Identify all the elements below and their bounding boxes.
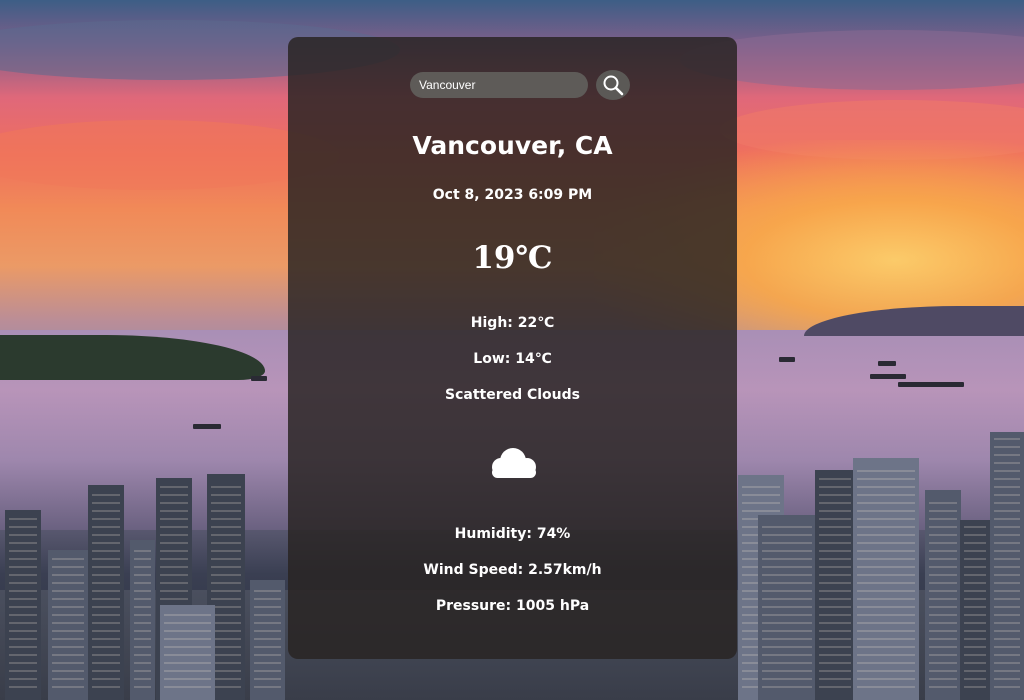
search-button[interactable] (596, 70, 630, 100)
cloud-icon (492, 448, 536, 478)
pressure: Pressure: 1005 hPa (435, 598, 590, 614)
weather-description: Scattered Clouds (444, 387, 581, 403)
search-bar (288, 70, 737, 101)
humidity: Humidity: 74% (454, 526, 571, 542)
city-name: Vancouver, CA (412, 131, 613, 160)
search-icon (603, 75, 624, 96)
search-input[interactable] (410, 72, 588, 98)
wind-speed: Wind Speed: 2.57km/h (423, 562, 602, 578)
current-temperature: 19℃ (472, 240, 553, 276)
weather-card: Vancouver, CA Oct 8, 2023 6:09 PM 19℃ Hi… (288, 37, 737, 659)
date-time: Oct 8, 2023 6:09 PM (432, 187, 593, 203)
low-temperature: Low: 14℃ (473, 351, 552, 367)
high-temperature: High: 22℃ (470, 315, 555, 331)
